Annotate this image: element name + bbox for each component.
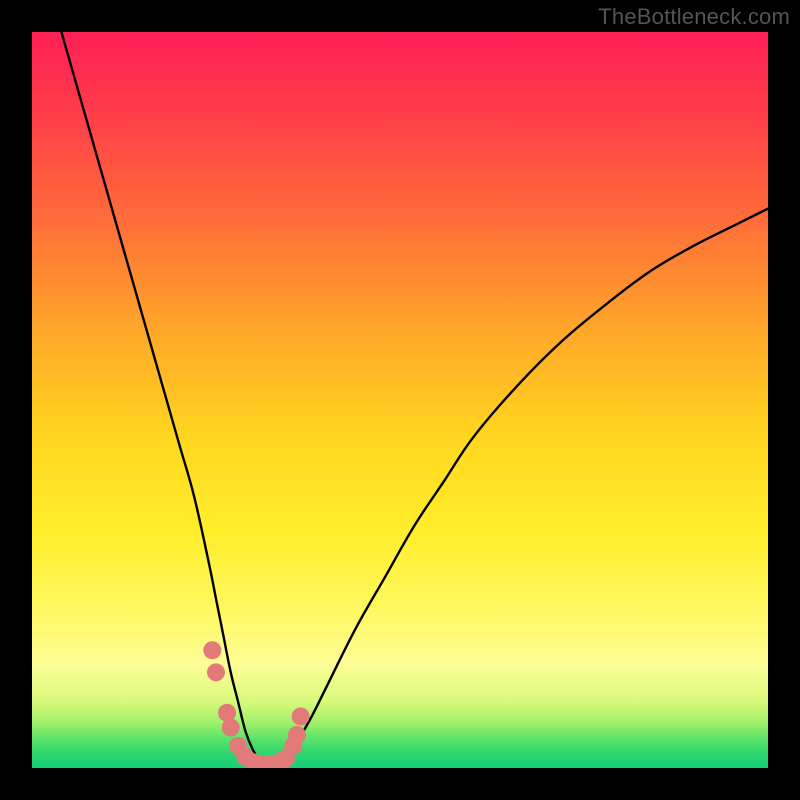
chart-frame: TheBottleneck.com bbox=[0, 0, 800, 800]
curve-dot bbox=[207, 663, 225, 681]
curve-dot bbox=[203, 641, 221, 659]
plot-area bbox=[32, 32, 768, 768]
curve-dot bbox=[288, 726, 306, 744]
curve-layer bbox=[32, 32, 768, 768]
curve-dot bbox=[222, 719, 240, 737]
curve-dots bbox=[203, 641, 309, 768]
curve-dot bbox=[292, 707, 310, 725]
watermark-text: TheBottleneck.com bbox=[598, 4, 790, 30]
bottleneck-curve bbox=[61, 32, 768, 765]
